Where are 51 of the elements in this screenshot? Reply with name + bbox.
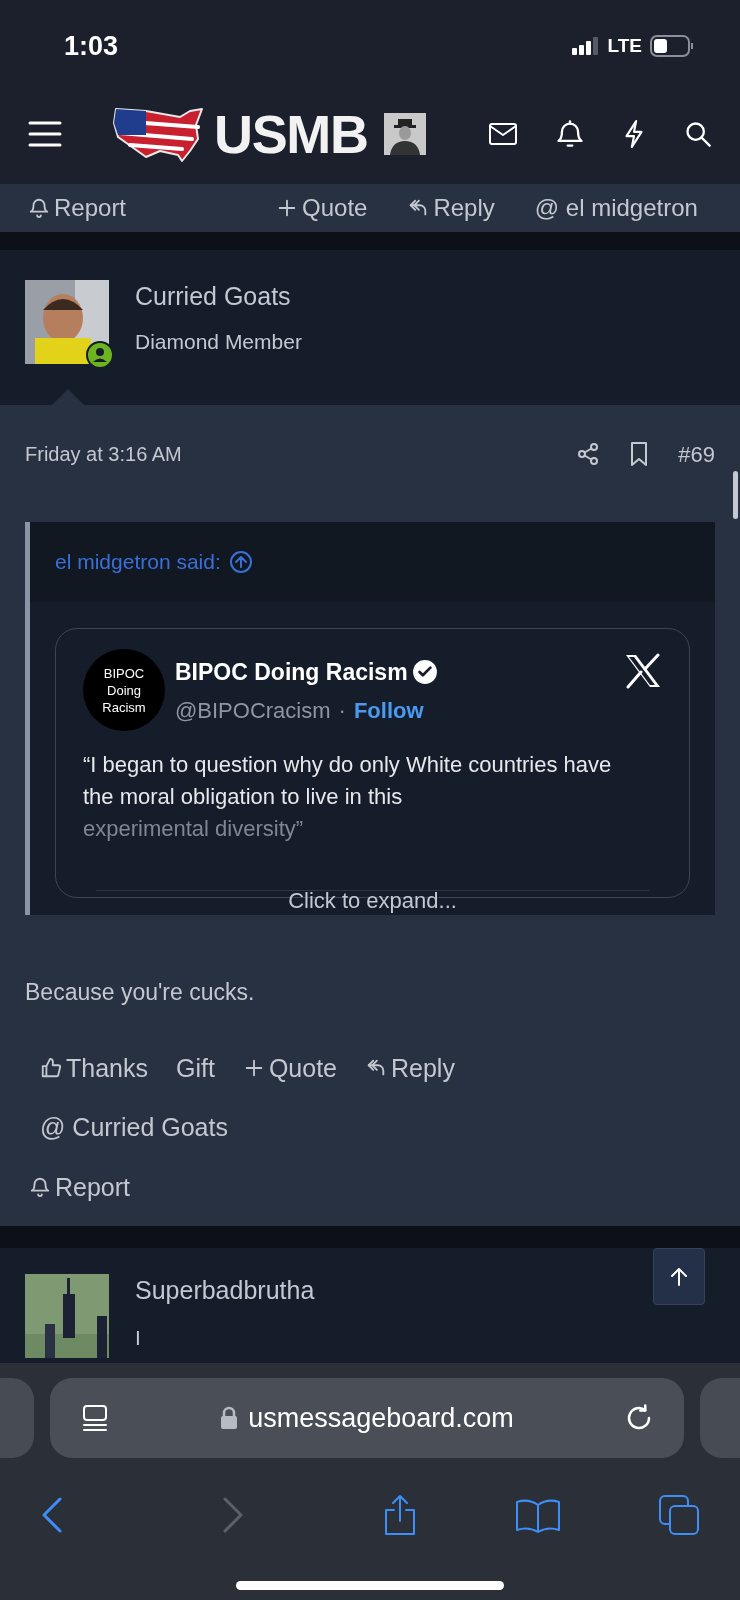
action-link[interactable]: Reply bbox=[407, 190, 495, 226]
bell-icon[interactable] bbox=[556, 119, 584, 149]
action-link[interactable]: Thanks bbox=[40, 1049, 148, 1087]
bell-icon bbox=[28, 197, 50, 219]
url-text: usmessageboard.com bbox=[248, 1401, 514, 1435]
tabs-icon[interactable] bbox=[658, 1494, 700, 1536]
network-label: LTE bbox=[607, 33, 642, 58]
user-title: I bbox=[135, 1327, 142, 1348]
account-name[interactable]: BIPOC Doing Racism bbox=[175, 655, 408, 690]
search-icon[interactable] bbox=[684, 120, 712, 148]
action-link[interactable]: Quote bbox=[242, 1049, 337, 1087]
scrollbar bbox=[733, 471, 738, 519]
lock-icon bbox=[220, 1406, 239, 1430]
avatar-text: BIPOC Doing Racism bbox=[101, 664, 147, 716]
action-link[interactable]: @ Curried Goats bbox=[40, 1109, 228, 1147]
follow-link[interactable]: Follow bbox=[353, 693, 424, 727]
account-handle: @BIPOCracism bbox=[175, 696, 331, 725]
action-link[interactable]: @ el midgetron bbox=[534, 190, 698, 226]
mail-icon[interactable] bbox=[488, 122, 518, 146]
lightning-icon[interactable] bbox=[622, 119, 646, 149]
arrow-up-circle-icon[interactable] bbox=[228, 550, 253, 574]
share-icon[interactable] bbox=[382, 1493, 418, 1537]
battery-icon bbox=[650, 35, 694, 57]
post-date[interactable]: Friday at 3:16 AM bbox=[25, 439, 182, 469]
x-logo-icon bbox=[624, 653, 662, 689]
thumbs-up-icon bbox=[40, 1057, 62, 1080]
action-link[interactable]: Quote bbox=[276, 190, 368, 226]
action-link[interactable]: Reply bbox=[365, 1049, 455, 1087]
share-icon[interactable] bbox=[576, 442, 601, 466]
quote-author-link[interactable]: el midgetron said: bbox=[55, 546, 221, 578]
post-text: Because you're cucks. bbox=[25, 978, 256, 1007]
separator-dot: · bbox=[338, 696, 346, 725]
logo-text: USMB bbox=[214, 102, 368, 166]
username[interactable]: Curried Goats bbox=[135, 284, 302, 309]
tweet-text: “I began to question why do only White countries have the moral obligation to live in this bbox=[83, 751, 613, 811]
user-title: Diamond Member bbox=[135, 331, 302, 352]
menu-icon[interactable] bbox=[28, 120, 62, 148]
post-number[interactable]: #69 bbox=[678, 437, 715, 471]
bell-icon bbox=[29, 1176, 51, 1199]
signal-icon bbox=[571, 37, 600, 55]
back-icon[interactable] bbox=[40, 1496, 64, 1534]
bookmarks-icon[interactable] bbox=[515, 1497, 561, 1533]
tweet-text: experimental diversity” bbox=[83, 815, 305, 843]
action-link[interactable]: Report bbox=[28, 190, 127, 226]
username[interactable]: Superbadbrutha bbox=[135, 1278, 315, 1303]
scroll-top-button[interactable] bbox=[653, 1248, 705, 1305]
action-link[interactable]: Gift bbox=[176, 1049, 215, 1087]
expand-link[interactable]: Click to expand... bbox=[288, 884, 457, 917]
address-bar[interactable]: usmessageboard.com bbox=[49, 1378, 685, 1458]
action-link[interactable]: Report bbox=[29, 1168, 131, 1206]
status-time: 1:03 bbox=[64, 29, 119, 63]
